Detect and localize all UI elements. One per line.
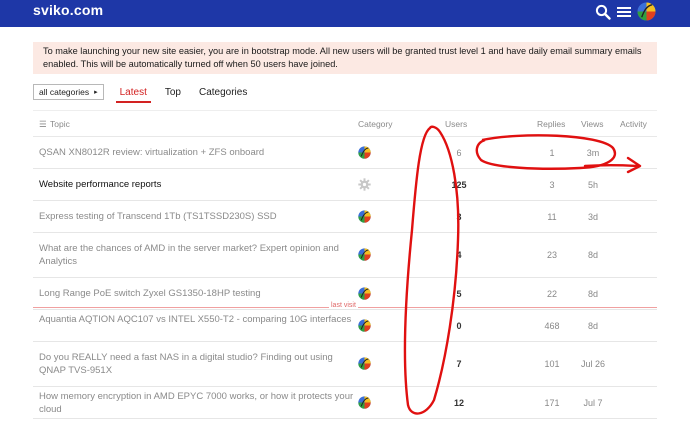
column-topic[interactable]: Topic — [50, 119, 70, 129]
topic-activity[interactable]: 3d — [573, 212, 613, 222]
topic-activity[interactable]: 3m — [573, 148, 613, 158]
topic-replies: 468 — [544, 321, 560, 331]
category-dropdown-label: all categories — [39, 87, 90, 97]
table-row[interactable]: Website performance reports 125 3 5h — [33, 169, 657, 201]
header-icons — [595, 2, 656, 21]
site-header: sviko.com — [0, 0, 690, 27]
table-row[interactable]: What are the chances of AMD in the serve… — [33, 233, 657, 278]
rainbow-category-icon[interactable] — [358, 287, 371, 300]
topic-replies: 171 — [544, 398, 560, 408]
avatar[interactable] — [637, 2, 656, 21]
rainbow-category-icon[interactable] — [358, 357, 371, 370]
table-row[interactable]: How memory encryption in AMD EPYC 7000 w… — [33, 387, 657, 419]
topic-activity[interactable]: 8d — [573, 321, 613, 331]
topic-replies: 23 — [546, 250, 557, 260]
topic-activity[interactable]: 5h — [573, 180, 613, 190]
topic-activity[interactable]: 8d — [573, 250, 613, 260]
column-activity[interactable]: Activity — [620, 119, 647, 129]
topic-title[interactable]: What are the chances of AMD in the serve… — [39, 242, 357, 268]
topic-activity[interactable]: 8d — [573, 289, 613, 299]
site-logo[interactable]: sviko.com — [33, 2, 103, 18]
rainbow-category-icon[interactable] — [358, 210, 371, 223]
topic-users: 125 — [451, 180, 467, 190]
topic-title[interactable]: Do you REALLY need a fast NAS in a digit… — [39, 351, 357, 377]
topic-list-header: ☰ Topic Category Users Replies Views Act… — [33, 110, 657, 137]
topic-replies: 11 — [547, 212, 557, 222]
topic-replies: 22 — [546, 289, 557, 299]
topic-activity[interactable]: Jul 26 — [573, 359, 613, 369]
list-icon: ☰ — [39, 119, 47, 129]
table-row[interactable]: Express testing of Transcend 1Tb (TS1TSS… — [33, 201, 657, 233]
topic-users: 4 — [456, 250, 462, 260]
bootstrap-mode-banner: To make launching your new site easier, … — [33, 42, 657, 74]
rainbow-category-icon[interactable] — [358, 396, 371, 409]
gear-icon[interactable] — [358, 178, 371, 191]
column-replies[interactable]: Replies — [537, 119, 565, 129]
topic-replies: 3 — [549, 180, 555, 190]
topic-users: 7 — [456, 359, 462, 369]
caret-right-icon: ▸ — [94, 89, 98, 96]
topic-title[interactable]: Express testing of Transcend 1Tb (TS1TSS… — [39, 210, 357, 223]
tab-categories[interactable]: Categories — [197, 85, 249, 100]
topic-users: 0 — [456, 321, 462, 331]
topic-title[interactable]: Long Range PoE switch Zyxel GS1350-18HP … — [39, 287, 357, 300]
rainbow-category-icon[interactable] — [358, 248, 371, 261]
topic-users: 12 — [453, 398, 464, 408]
tab-latest[interactable]: Latest — [115, 85, 152, 103]
table-row[interactable]: QSAN XN8012R review: virtualization + ZF… — [33, 137, 657, 169]
tab-top[interactable]: Top — [163, 85, 183, 100]
topic-users: 3 — [456, 212, 462, 222]
column-views[interactable]: Views — [581, 119, 604, 129]
topic-activity[interactable]: Jul 7 — [573, 398, 613, 408]
last-visit-label: last visit — [329, 302, 358, 309]
rainbow-category-icon[interactable] — [358, 319, 371, 332]
topic-title[interactable]: Website performance reports — [39, 178, 357, 191]
topic-list: ☰ Topic Category Users Replies Views Act… — [33, 110, 657, 419]
topic-title[interactable]: How memory encryption in AMD EPYC 7000 w… — [39, 390, 357, 416]
menu-icon[interactable] — [616, 4, 632, 20]
topic-title[interactable]: QSAN XN8012R review: virtualization + ZF… — [39, 146, 357, 159]
rainbow-category-icon[interactable] — [358, 146, 371, 159]
search-icon[interactable] — [595, 4, 611, 20]
table-row[interactable]: Aquantia AQTION AQC107 vs INTEL X550-T2 … — [33, 310, 657, 342]
topic-users: 5 — [456, 289, 462, 299]
topic-users: 6 — [456, 148, 462, 158]
topic-nav: all categories ▸ Latest Top Categories — [33, 83, 249, 103]
topic-title[interactable]: Aquantia AQTION AQC107 vs INTEL X550-T2 … — [39, 313, 357, 326]
last-visit-divider: last visit — [33, 302, 657, 309]
topic-replies: 101 — [544, 359, 560, 369]
table-row[interactable]: Do you REALLY need a fast NAS in a digit… — [33, 342, 657, 387]
column-users[interactable]: Users — [445, 119, 467, 129]
category-dropdown[interactable]: all categories ▸ — [33, 84, 104, 100]
column-category[interactable]: Category — [358, 119, 393, 129]
topic-replies: 1 — [549, 148, 555, 158]
